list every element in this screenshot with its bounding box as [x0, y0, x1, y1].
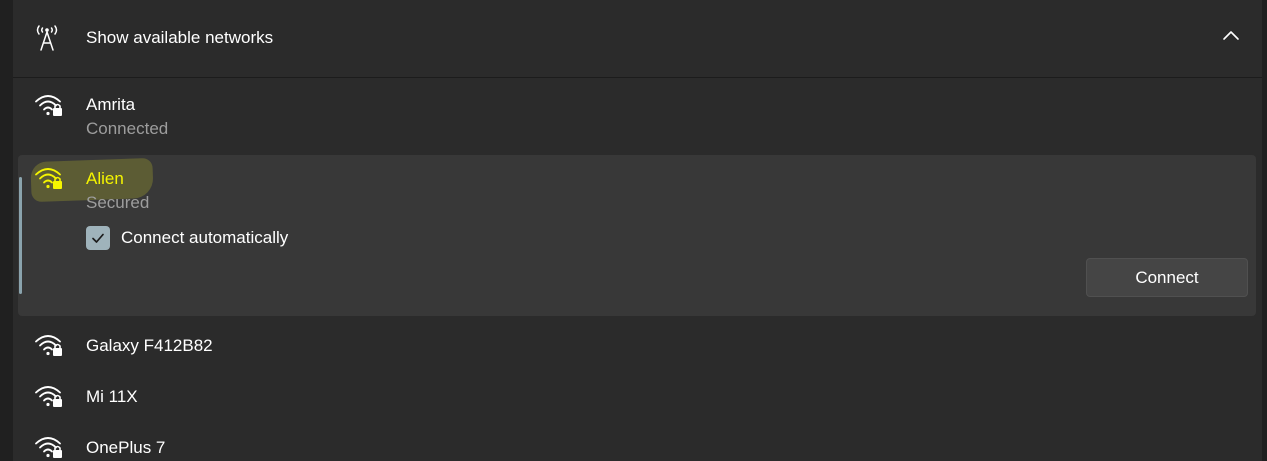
network-item-oneplus-7[interactable]: OnePlus 7	[13, 422, 1262, 461]
network-name: Mi 11X	[86, 387, 138, 406]
network-tower-icon	[36, 25, 58, 51]
network-item-amrita[interactable]: Amrita Connected	[13, 80, 1262, 154]
selection-indicator	[19, 177, 22, 294]
wifi-secured-icon	[34, 332, 64, 358]
network-name: Amrita	[86, 95, 136, 114]
wifi-secured-icon	[34, 165, 64, 191]
connect-button[interactable]: Connect	[1086, 258, 1248, 297]
chevron-up-icon[interactable]	[1222, 28, 1240, 42]
wifi-secured-icon	[34, 92, 64, 118]
network-status: Connected	[86, 119, 169, 138]
network-name: OnePlus 7	[86, 438, 166, 457]
network-name: Galaxy F412B82	[86, 336, 213, 355]
wifi-secured-icon	[34, 434, 64, 460]
network-item-galaxy-f412b82[interactable]: Galaxy F412B82	[13, 320, 1262, 370]
checkbox-checked[interactable]	[86, 226, 110, 250]
network-status: Secured	[86, 193, 150, 212]
network-name: Alien	[86, 169, 124, 188]
show-available-networks-header[interactable]: Show available networks	[13, 0, 1262, 78]
checkmark-icon	[92, 233, 104, 243]
network-item-mi-11x[interactable]: Mi 11X	[13, 371, 1262, 421]
wifi-network-list-panel: Show available networks Amrita Connected…	[13, 0, 1262, 461]
network-item-alien[interactable]: Alien Secured Connect automatically Conn…	[18, 155, 1256, 316]
wifi-secured-icon	[34, 383, 64, 409]
connect-automatically-label: Connect automatically	[121, 228, 289, 247]
page-title: Show available networks	[86, 28, 274, 47]
